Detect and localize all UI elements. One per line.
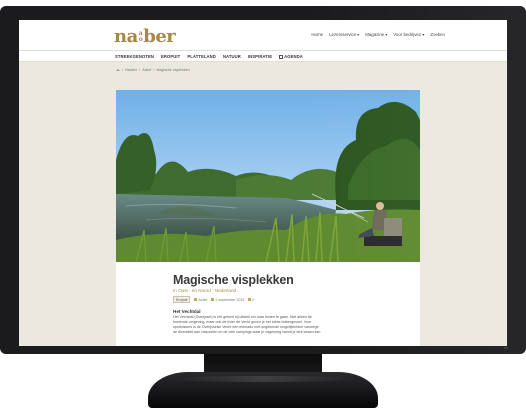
category-badge[interactable]: Eropuit (173, 296, 191, 303)
category-navigation: STREEKGENOTEN EROPUIT PLATTELAND NATUUR … (19, 50, 507, 62)
logo-text-mid-bottom: o (138, 35, 143, 43)
power-indicator (504, 347, 508, 349)
monitor-screen: na a o ber Home Lezersservice▾ Magazine▾… (19, 20, 507, 346)
meta-comments[interactable]: 0 (248, 298, 254, 302)
chevron-down-icon: ▾ (422, 32, 425, 37)
breadcrumb-separator: › (139, 68, 141, 72)
meta-section[interactable]: Actief (194, 298, 207, 302)
topnav-magazine[interactable]: Magazine▾ (365, 32, 387, 37)
topnav-zoeken[interactable]: Zoeken (430, 32, 445, 37)
catnav-item-platteland[interactable]: PLATTELAND (187, 54, 216, 59)
chevron-down-icon: ▾ (357, 32, 360, 37)
breadcrumb-separator: › (153, 68, 155, 72)
topnav-magazine-label: Magazine (365, 32, 385, 37)
home-icon[interactable] (116, 69, 120, 71)
paragraph-line: de diversiteit aan vissoorten en de vele… (173, 330, 321, 334)
catnav-item-agenda-label: AGENDA (284, 54, 303, 59)
chevron-down-icon: ▾ (385, 32, 388, 37)
catnav-item-streekgenoten[interactable]: STREEKGENOTEN (115, 54, 154, 59)
topnav-lezersservice[interactable]: Lezersservice▾ (329, 32, 359, 37)
logo-text-left: na (114, 26, 138, 47)
catnav-item-agenda[interactable]: AGENDA (279, 54, 303, 59)
breadcrumb: › Naober › Actief › Magische visplekken (116, 68, 190, 72)
breadcrumb-separator: › (122, 68, 124, 72)
topnav-lezersservice-label: Lezersservice (329, 32, 357, 37)
topnav-voor-bedrijven[interactable]: Voor bedrijven▾ (393, 32, 424, 37)
catnav-item-inspiratie[interactable]: INSPIRATIE (248, 54, 272, 59)
top-navigation: Home Lezersservice▾ Magazine▾ Voor bedri… (311, 32, 445, 37)
monitor-bezel: na a o ber Home Lezersservice▾ Magazine▾… (0, 6, 526, 354)
site-logo[interactable]: na a o ber (114, 26, 176, 47)
meta-section-label: Actief (198, 297, 208, 302)
calendar-icon (279, 54, 284, 59)
catnav-item-natuur[interactable]: NATUUR (223, 54, 241, 59)
article-body: Magische visplekken In Oost - en Noord -… (173, 274, 369, 335)
catnav-item-eropuit[interactable]: EROPUIT (161, 54, 180, 59)
hero-image (116, 90, 420, 262)
comment-icon (248, 297, 252, 301)
logo-text-right: ber (143, 26, 176, 47)
article-meta: Eropuit Actief 2 september 2015 0 (173, 296, 369, 303)
meta-date: 2 september 2015 (211, 298, 244, 302)
section-heading: Het Vechtdal (173, 309, 201, 314)
breadcrumb-item-current: Magische visplekken (156, 68, 190, 72)
site-header: na a o ber Home Lezersservice▾ Magazine▾… (19, 20, 507, 50)
article-paragraph: Het Vechtdal (Overijssel) is hét gebied … (173, 315, 369, 335)
topnav-voor-bedrijven-label: Voor bedrijven (393, 32, 422, 37)
topnav-home[interactable]: Home (311, 32, 323, 37)
article-subtitle: In Oost - en Noord - Nederland (173, 288, 237, 293)
monitor-stand-highlight (170, 376, 356, 382)
folder-icon (194, 297, 198, 301)
breadcrumb-item-naober[interactable]: Naober (125, 68, 137, 72)
meta-comments-count: 0 (252, 297, 255, 302)
article-title: Magische visplekken (173, 273, 294, 287)
breadcrumb-item-actief[interactable]: Actief (142, 68, 151, 72)
article-card: Magische visplekken In Oost - en Noord -… (116, 90, 420, 346)
calendar-icon (211, 297, 215, 301)
logo-text-stacked: a o (138, 30, 143, 43)
meta-date-label: 2 september 2015 (215, 297, 245, 302)
